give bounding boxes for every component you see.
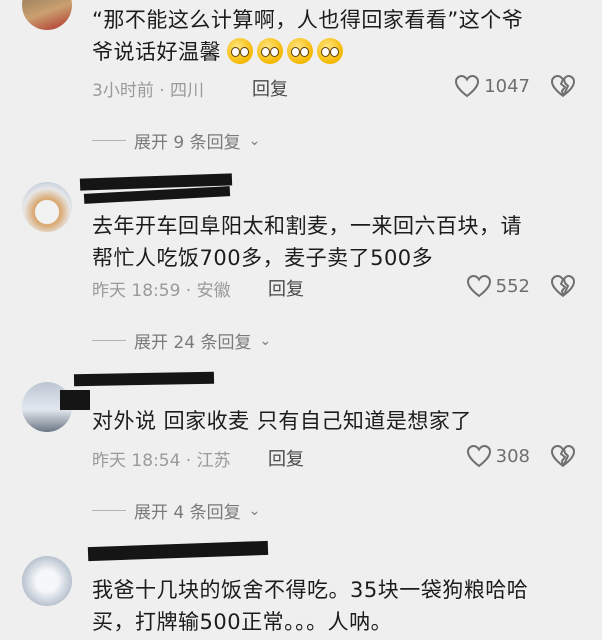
username-redaction [60,390,90,410]
like-button[interactable]: 1047 [454,74,530,98]
heart-icon [466,444,491,468]
comment-text: 对外说 回家收麦 只有自己知道是想家了 [92,409,472,433]
avatar[interactable] [22,556,72,606]
reply-button[interactable]: 回复 [268,275,304,301]
like-button[interactable]: 308 [466,444,530,468]
like-button[interactable]: 552 [466,274,530,298]
heart-icon [466,274,491,298]
timestamp-location: 3小时前 · 四川 [92,81,205,101]
expand-label: 展开 4 条回复 [134,503,241,523]
divider-line [92,510,126,511]
pleading-face-icon [227,38,253,64]
divider-line [92,140,126,141]
comment-text: 我爸十几块的饭舍不得吃。35块一袋狗粮哈哈 买，打牌输500正常。。。人呐。 [92,578,529,634]
pleading-face-icon [317,38,343,64]
broken-heart-icon [551,75,575,97]
like-count: 308 [495,445,530,467]
comment-text: 去年开车回阜阳太和割麦，一来回六百块，请 帮忙人吃饭700多，麦子卖了500多 [92,214,522,270]
heart-icon [455,74,480,98]
like-count: 552 [495,275,530,297]
username-redaction [87,540,269,562]
dislike-button[interactable] [550,274,576,302]
expand-replies[interactable]: 展开 24 条回复 ⌄ [92,328,271,353]
expand-replies[interactable]: 展开 9 条回复 ⌄ [92,128,260,153]
avatar[interactable] [22,0,72,30]
dislike-button[interactable] [550,74,576,102]
dislike-button[interactable] [550,444,576,472]
like-count: 1047 [484,75,530,97]
expand-replies[interactable]: 展开 4 条回复 ⌄ [92,498,260,523]
timestamp-location: 昨天 18:59 · 安徽 [92,281,231,301]
reply-button[interactable]: 回复 [268,445,304,471]
chevron-down-icon: ⌄ [248,502,261,519]
username-redaction [73,371,215,387]
broken-heart-icon [551,275,575,297]
divider-line [92,340,126,341]
chevron-down-icon: ⌄ [248,132,261,149]
avatar[interactable] [22,182,72,232]
expand-label: 展开 9 条回复 [134,133,241,153]
chevron-down-icon: ⌄ [259,332,272,349]
broken-heart-icon [551,445,575,467]
reply-button[interactable]: 回复 [252,75,288,101]
pleading-face-icon [287,38,313,64]
timestamp-location: 昨天 18:54 · 江苏 [92,451,231,471]
comment-text: “那不能这么计算啊，人也得回家看看”这个爷 爷说话好温馨 [92,8,524,64]
expand-label: 展开 24 条回复 [134,333,252,353]
pleading-face-icon [257,38,283,64]
